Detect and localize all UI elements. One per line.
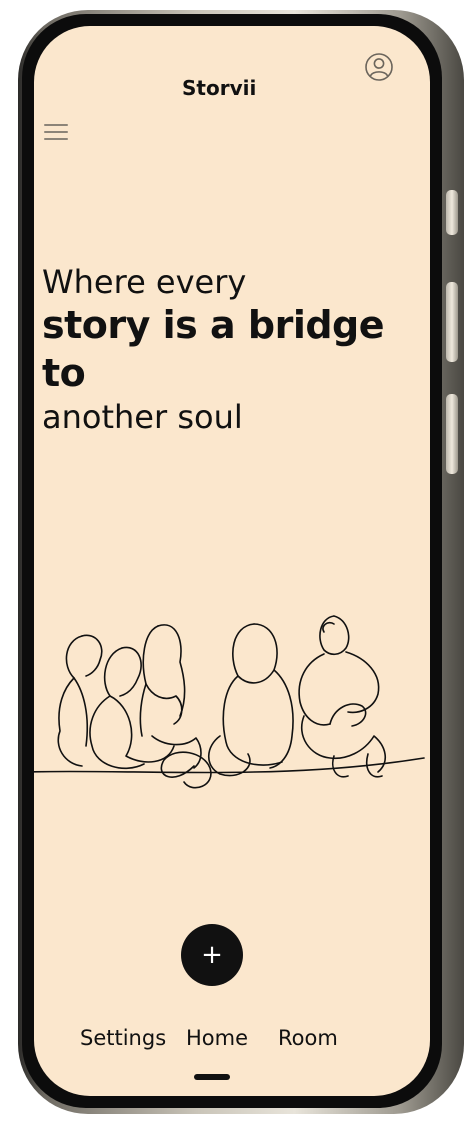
hamburger-icon — [44, 124, 68, 126]
hero-line-3: another soul — [42, 398, 243, 436]
nav-item-room[interactable]: Room — [278, 1026, 338, 1050]
people-line-illustration — [34, 615, 425, 789]
hero-line-2: story is a bridge to — [42, 303, 385, 395]
bottom-nav: Settings Home Room — [34, 1026, 430, 1056]
menu-button[interactable] — [44, 124, 68, 145]
phone-side-button — [446, 282, 458, 362]
hero-line-1: Where every — [42, 263, 247, 301]
hamburger-icon — [44, 131, 68, 133]
add-story-button[interactable]: + — [181, 924, 243, 986]
home-indicator — [194, 1074, 230, 1080]
profile-button[interactable] — [364, 52, 394, 82]
phone-side-button — [446, 190, 458, 235]
user-circle-icon — [365, 53, 393, 81]
brand-title: Storvii — [182, 76, 257, 100]
hamburger-icon — [44, 138, 68, 140]
phone-side-button — [446, 394, 458, 474]
app-screen: Storvii Where every story is a bridge to… — [34, 26, 430, 1096]
nav-item-home[interactable]: Home — [186, 1026, 248, 1050]
hero-headline: Where every story is a bridge to another… — [42, 262, 422, 437]
nav-item-settings[interactable]: Settings — [80, 1026, 166, 1050]
